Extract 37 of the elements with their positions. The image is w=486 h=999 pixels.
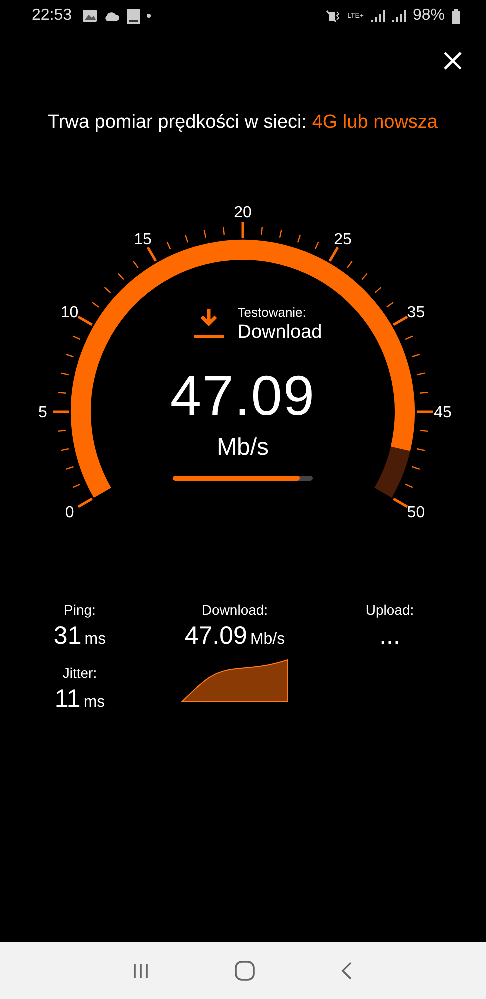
download-label: Download: [202, 602, 268, 618]
recent-apps-icon[interactable] [133, 962, 149, 978]
upload-label: Upload: [366, 602, 414, 618]
close-button[interactable] [444, 52, 462, 70]
speed-value: 47.09 [170, 368, 316, 424]
jitter-value: 11 ms [54, 685, 106, 714]
download-icon [194, 308, 224, 340]
scale-label: 10 [60, 304, 79, 322]
dot-icon [147, 14, 152, 18]
scale-label: 0 [65, 504, 74, 522]
mute-icon [326, 10, 341, 22]
scale-label: 35 [407, 304, 426, 322]
scale-label: 50 [407, 504, 426, 522]
scale-label: 20 [234, 204, 252, 222]
ping-value: 31 ms [54, 622, 106, 651]
cloud-icon [104, 11, 120, 21]
home-icon[interactable] [235, 960, 255, 980]
ping-label: Ping: [64, 602, 96, 618]
signal-icon [370, 10, 385, 22]
signal-icon [392, 10, 406, 22]
title: Trwa pomiar prędkości w sieci: 4G lub nowsza [47, 112, 439, 134]
image-icon [83, 10, 98, 22]
clock: 22:53 [32, 7, 72, 25]
phase-name: Download [238, 322, 322, 344]
jitter-label: Jitter: [62, 665, 98, 681]
download-value: 47.09 Mb/s [184, 622, 286, 651]
scale-label: 25 [334, 231, 352, 248]
speed-unit: Mb/s [216, 434, 269, 462]
scale-label: 45 [434, 404, 452, 422]
phase-label: Testowanie: [238, 305, 308, 320]
battery-level: 98% [412, 7, 445, 25]
scale-label: 5 [38, 404, 48, 422]
upload-value: ... [380, 622, 400, 651]
back-icon[interactable] [341, 962, 353, 980]
scale-label: 15 [134, 231, 152, 248]
screen-icon [127, 8, 140, 24]
battery-icon [452, 8, 460, 24]
